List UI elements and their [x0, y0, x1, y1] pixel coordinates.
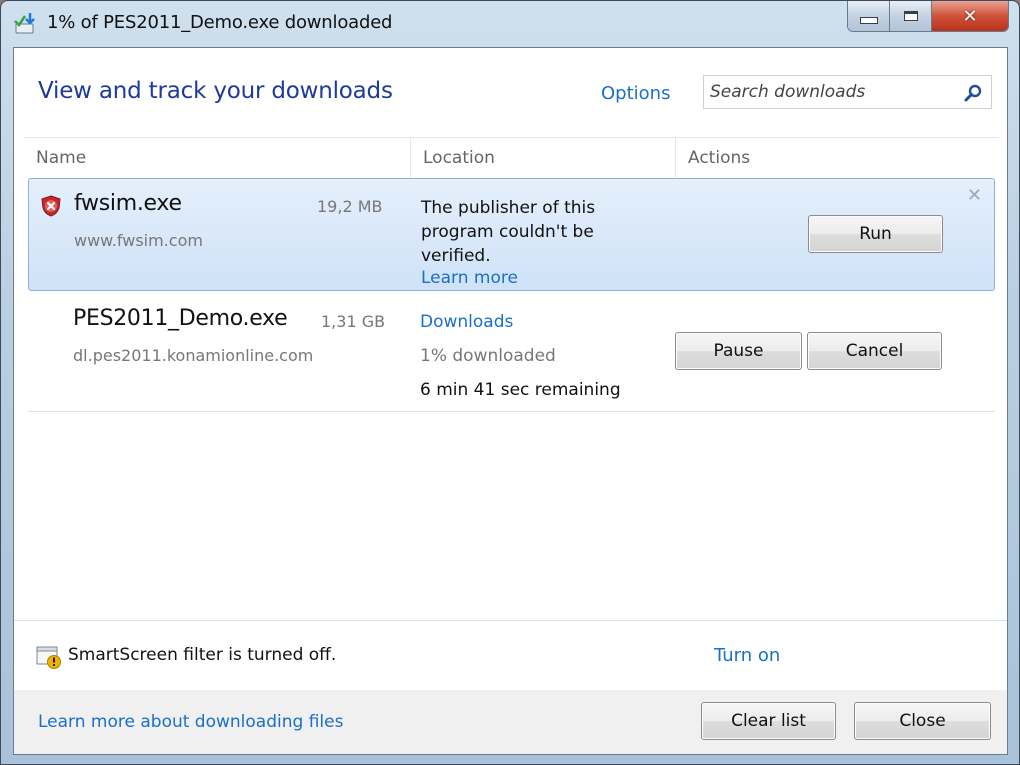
smartscreen-warning-icon	[36, 646, 61, 669]
column-header-actions[interactable]: Actions	[675, 138, 995, 178]
window-title: 1% of PES2011_Demo.exe downloaded	[47, 12, 393, 33]
column-header-name[interactable]: Name	[24, 138, 410, 178]
cancel-button[interactable]: Cancel	[807, 332, 942, 370]
file-size: 1,31 GB	[321, 312, 386, 331]
location-link[interactable]: Downloads	[420, 312, 513, 332]
shield-blocked-icon	[41, 195, 61, 217]
learn-more-link[interactable]: Learn more	[421, 268, 518, 288]
search-icon[interactable]	[963, 83, 983, 103]
download-manager-icon	[14, 13, 35, 34]
publisher-warning: The publisher of this program couldn't b…	[421, 196, 595, 268]
page-title: View and track your downloads	[38, 78, 393, 104]
warning-line: verified.	[421, 246, 491, 266]
column-headers: Name Location Actions	[24, 137, 999, 178]
pause-button[interactable]: Pause	[675, 332, 802, 370]
file-name: fwsim.exe	[74, 191, 182, 216]
close-icon: ✕	[962, 5, 978, 27]
minimize-icon	[859, 16, 878, 24]
file-name: PES2011_Demo.exe	[73, 306, 288, 331]
title-bar[interactable]: 1% of PES2011_Demo.exe downloaded ✕	[1, 1, 1020, 47]
smartscreen-status: SmartScreen filter is turned off.	[68, 645, 337, 665]
learn-more-downloading-link[interactable]: Learn more about downloading files	[38, 712, 343, 732]
download-row-fwsim[interactable]: fwsim.exe 19,2 MB www.fwsim.com The publ…	[28, 178, 995, 291]
warning-line: The publisher of this	[421, 198, 596, 218]
caption-buttons: ✕	[847, 1, 1009, 32]
options-link[interactable]: Options	[601, 83, 670, 104]
search-box	[703, 75, 992, 109]
maximize-button[interactable]	[890, 1, 932, 31]
search-input[interactable]	[710, 80, 950, 104]
time-remaining: 6 min 41 sec remaining	[420, 380, 621, 400]
turn-on-link[interactable]: Turn on	[714, 645, 780, 666]
file-size: 19,2 MB	[317, 197, 383, 216]
progress-text: 1% downloaded	[420, 346, 556, 366]
file-source: www.fwsim.com	[74, 231, 203, 250]
run-button[interactable]: Run	[808, 215, 943, 253]
minimize-button[interactable]	[848, 1, 890, 31]
window-frame: 1% of PES2011_Demo.exe downloaded ✕ View…	[0, 0, 1020, 765]
download-row-pes2011[interactable]: PES2011_Demo.exe 1,31 GB dl.pes2011.kona…	[28, 294, 995, 412]
column-header-location[interactable]: Location	[410, 138, 675, 178]
footer: Learn more about downloading files Clear…	[14, 690, 1007, 754]
close-window-button[interactable]: ✕	[932, 1, 1008, 31]
smartscreen-bar: SmartScreen filter is turned off. Turn o…	[14, 620, 1007, 691]
warning-line: program couldn't be	[421, 222, 594, 242]
dismiss-icon[interactable]: ✕	[967, 185, 982, 206]
maximize-icon	[903, 11, 918, 21]
file-source: dl.pes2011.konamionline.com	[73, 346, 314, 365]
downloads-panel: View and track your downloads Options Na…	[13, 47, 1008, 755]
clear-list-button[interactable]: Clear list	[701, 702, 836, 740]
close-button[interactable]: Close	[854, 702, 991, 740]
